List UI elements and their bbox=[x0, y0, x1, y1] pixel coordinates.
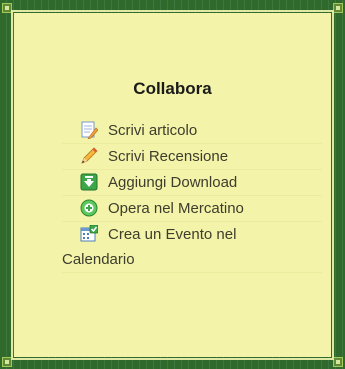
download-icon bbox=[80, 173, 98, 191]
menu-item-label: Scrivi articolo bbox=[108, 122, 198, 139]
corner-ornament bbox=[333, 3, 343, 13]
corner-ornament bbox=[333, 357, 343, 367]
menu-item-label: Scrivi Recensione bbox=[108, 148, 229, 165]
box-title: Collabora bbox=[133, 79, 212, 98]
document-edit-icon bbox=[81, 121, 98, 139]
add-circle-icon bbox=[80, 199, 98, 217]
collabora-menu: Scrivi articolo Scrivi Recensione Aggiun… bbox=[62, 118, 322, 273]
menu-item-aggiungi-download[interactable]: Aggiungi Download bbox=[62, 170, 322, 196]
menu-item-label: Crea un Evento nel bbox=[108, 226, 237, 243]
menu-item-scrivi-articolo[interactable]: Scrivi articolo bbox=[62, 118, 322, 144]
menu-item-label: Aggiungi Download bbox=[108, 174, 238, 191]
box-frame: Collabora Scrivi articolo Scrivi Recensi… bbox=[0, 0, 345, 369]
menu-item-label-continued: Calendario bbox=[62, 251, 135, 268]
menu-item-crea-evento[interactable]: Crea un Evento nel Calendario bbox=[62, 222, 322, 273]
menu-item-scrivi-recensione[interactable]: Scrivi Recensione bbox=[62, 144, 322, 170]
collabora-panel: Collabora Scrivi articolo Scrivi Recensi… bbox=[14, 13, 331, 357]
calendar-icon bbox=[80, 225, 98, 242]
menu-item-opera-nel-mercatino[interactable]: Opera nel Mercatino bbox=[62, 196, 322, 222]
menu-item-label: Opera nel Mercatino bbox=[108, 200, 244, 217]
pencil-icon bbox=[81, 147, 98, 164]
